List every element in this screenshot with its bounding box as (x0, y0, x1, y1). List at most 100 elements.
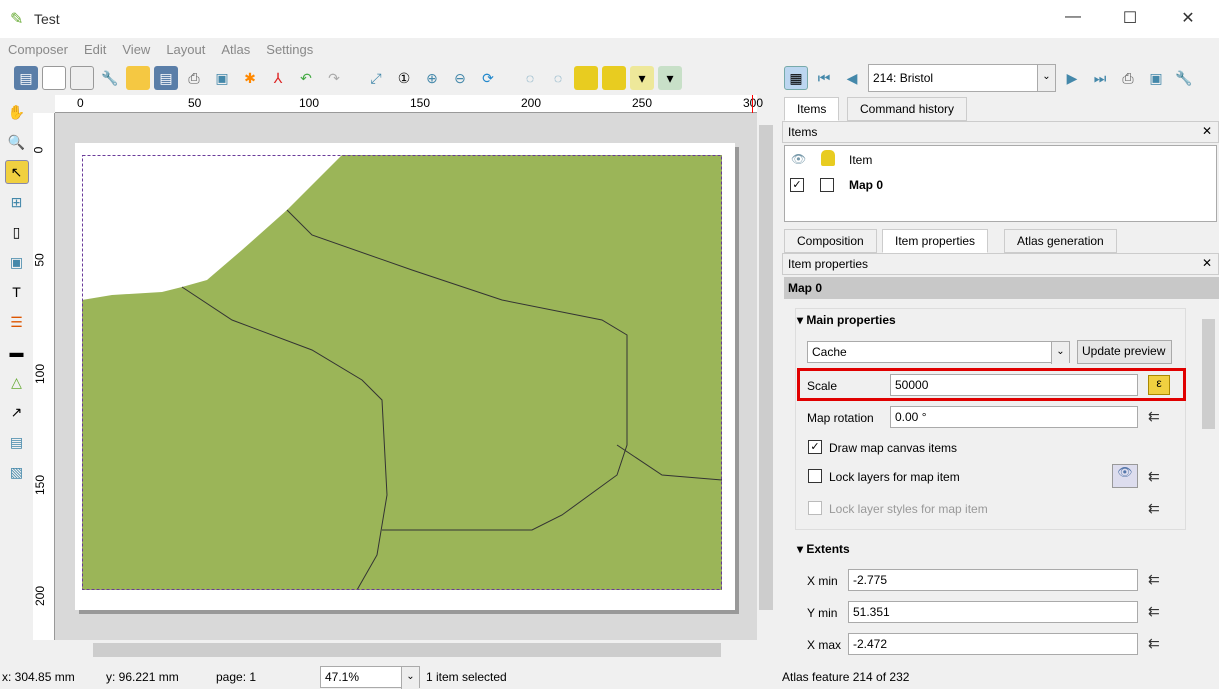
lock-styles-checkbox[interactable] (808, 501, 822, 515)
menu-composer[interactable]: Composer (0, 40, 76, 60)
tab-items[interactable]: Items (784, 97, 840, 121)
menu-edit[interactable]: Edit (76, 40, 114, 60)
draw-canvas-checkbox[interactable]: ✓ (808, 440, 822, 454)
vertical-scrollbar[interactable] (757, 113, 775, 640)
expression-icon[interactable]: ε (1148, 375, 1170, 395)
ymin-input[interactable] (848, 601, 1138, 623)
lock-checkbox[interactable] (820, 178, 834, 192)
export-image-icon[interactable]: ▣ (210, 66, 234, 90)
chevron-down-icon[interactable]: ⌄ (1037, 65, 1055, 91)
first-feature-icon[interactable]: ⏮ (812, 66, 836, 90)
data-defined-icon[interactable]: ⇇ (1148, 468, 1160, 485)
title-bar: ✎ Test — ☐ ✕ (0, 0, 1219, 38)
tab-item-properties[interactable]: Item properties (882, 229, 989, 253)
pan-icon[interactable]: ✋ (5, 100, 29, 124)
zoom-select[interactable]: 47.1% ⌄ (320, 666, 420, 689)
prev-feature-icon[interactable]: ◀ (840, 66, 864, 90)
cache-select[interactable]: Cache ⌄ (807, 341, 1070, 364)
lock-icon[interactable] (574, 66, 598, 90)
update-preview-button[interactable]: Update preview (1077, 340, 1172, 364)
add-label-icon[interactable]: T (5, 280, 29, 304)
xmax-input[interactable] (848, 633, 1138, 655)
add-legend-icon[interactable]: ☰ (5, 310, 29, 334)
menu-settings[interactable]: Settings (258, 40, 321, 60)
align-icon[interactable]: ▾ (658, 66, 682, 90)
tab-composition[interactable]: Composition (784, 229, 877, 253)
visible-checkbox[interactable]: ✓ (790, 178, 804, 192)
rotation-input[interactable] (890, 406, 1138, 428)
tab-command-history[interactable]: Command history (847, 97, 968, 121)
maximize-button[interactable]: ☐ (1115, 8, 1145, 28)
add-map-icon[interactable]: ▯ (5, 220, 29, 244)
group-icon[interactable]: ▾ (630, 66, 654, 90)
new-composer-icon[interactable] (42, 66, 66, 90)
atlas-feature-select[interactable]: 214: Bristol ⌄ (868, 64, 1056, 92)
zoom-full-icon[interactable]: ⤢ (364, 66, 388, 90)
undo-icon[interactable]: ↶ (294, 66, 318, 90)
menu-layout[interactable]: Layout (158, 40, 213, 60)
move-content-icon[interactable]: ⊞ (5, 190, 29, 214)
print-atlas-icon[interactable]: ⎙ (1116, 66, 1140, 90)
deselect-icon[interactable]: ◌ (546, 66, 570, 90)
map-polygons (82, 155, 722, 590)
zoom-in-icon[interactable]: ⊕ (420, 66, 444, 90)
data-defined-icon[interactable]: ⇇ (1148, 635, 1160, 652)
chevron-down-icon[interactable]: ⌄ (1051, 342, 1069, 364)
zoom-value: 47.1% (325, 670, 360, 684)
next-feature-icon[interactable]: ▶ (1060, 66, 1084, 90)
data-defined-icon[interactable]: ⇇ (1148, 408, 1160, 425)
properties-dock-header: Item properties ✕ (782, 253, 1219, 275)
add-shape-icon[interactable]: △ (5, 370, 29, 394)
menu-atlas[interactable]: Atlas (213, 40, 258, 60)
extents-section[interactable]: ▾ Extents (797, 542, 850, 556)
visibility-preset-icon[interactable]: 👁 (1112, 464, 1138, 488)
atlas-preview-icon[interactable]: ▦ (784, 66, 808, 90)
zoom-actual-icon[interactable]: ① (392, 66, 416, 90)
chevron-down-icon[interactable]: ⌄ (401, 667, 419, 689)
close-button[interactable]: ✕ (1173, 8, 1203, 28)
add-table-icon[interactable]: ▤ (5, 430, 29, 454)
save-icon[interactable]: ▤ (14, 66, 38, 90)
export-svg-icon[interactable]: ✱ (238, 66, 262, 90)
xmin-input[interactable] (848, 569, 1138, 591)
data-defined-icon[interactable]: ⇇ (1148, 603, 1160, 620)
data-defined-icon[interactable]: ⇇ (1148, 571, 1160, 588)
minimize-button[interactable]: — (1058, 8, 1088, 26)
add-html-icon[interactable]: ▧ (5, 460, 29, 484)
close-icon[interactable]: ✕ (1202, 256, 1212, 270)
open-folder-icon[interactable] (126, 66, 150, 90)
properties-scrollbar[interactable] (1200, 299, 1217, 665)
select-all-icon[interactable]: ◌ (518, 66, 542, 90)
zoom-tool-icon[interactable]: 🔍 (5, 130, 29, 154)
tab-atlas-generation[interactable]: Atlas generation (1004, 229, 1117, 253)
select-move-icon[interactable]: ↖ (4, 160, 29, 184)
print-icon[interactable]: ⎙ (182, 66, 206, 90)
unlock-icon[interactable] (602, 66, 626, 90)
add-image-icon[interactable]: ▣ (5, 250, 29, 274)
export-atlas-icon[interactable]: ▣ (1144, 66, 1168, 90)
composer-canvas[interactable] (55, 113, 757, 640)
data-defined-icon[interactable]: ⇇ (1148, 500, 1160, 517)
item-row-name[interactable]: Map 0 (849, 178, 883, 192)
atlas-settings-icon[interactable]: 🔧 (1172, 66, 1196, 90)
horizontal-scrollbar[interactable] (55, 640, 757, 660)
scale-input[interactable] (890, 374, 1138, 396)
map-item[interactable] (82, 155, 722, 590)
duplicate-composer-icon[interactable] (70, 66, 94, 90)
save-template-icon[interactable]: ▤ (154, 66, 178, 90)
ruler-tick: 100 (33, 363, 48, 385)
scale-label: Scale (807, 379, 838, 393)
main-properties-section[interactable]: ▾ Main properties (797, 313, 896, 327)
tools-toolbar: ✋ 🔍 ↖ ⊞ ▯ ▣ T ☰ ▬ △ ↗ ▤ ▧ (0, 100, 33, 484)
lock-layers-checkbox[interactable] (808, 469, 822, 483)
close-icon[interactable]: ✕ (1202, 124, 1212, 138)
composer-manager-icon[interactable]: 🔧 (98, 66, 122, 90)
add-scalebar-icon[interactable]: ▬ (5, 340, 29, 364)
export-pdf-icon[interactable]: ⅄ (266, 66, 290, 90)
last-feature-icon[interactable]: ⏭ (1088, 66, 1112, 90)
zoom-out-icon[interactable]: ⊖ (448, 66, 472, 90)
add-arrow-icon[interactable]: ↗ (5, 400, 29, 424)
redo-icon[interactable]: ↷ (322, 66, 346, 90)
menu-view[interactable]: View (114, 40, 158, 60)
refresh-icon[interactable]: ⟳ (476, 66, 500, 90)
